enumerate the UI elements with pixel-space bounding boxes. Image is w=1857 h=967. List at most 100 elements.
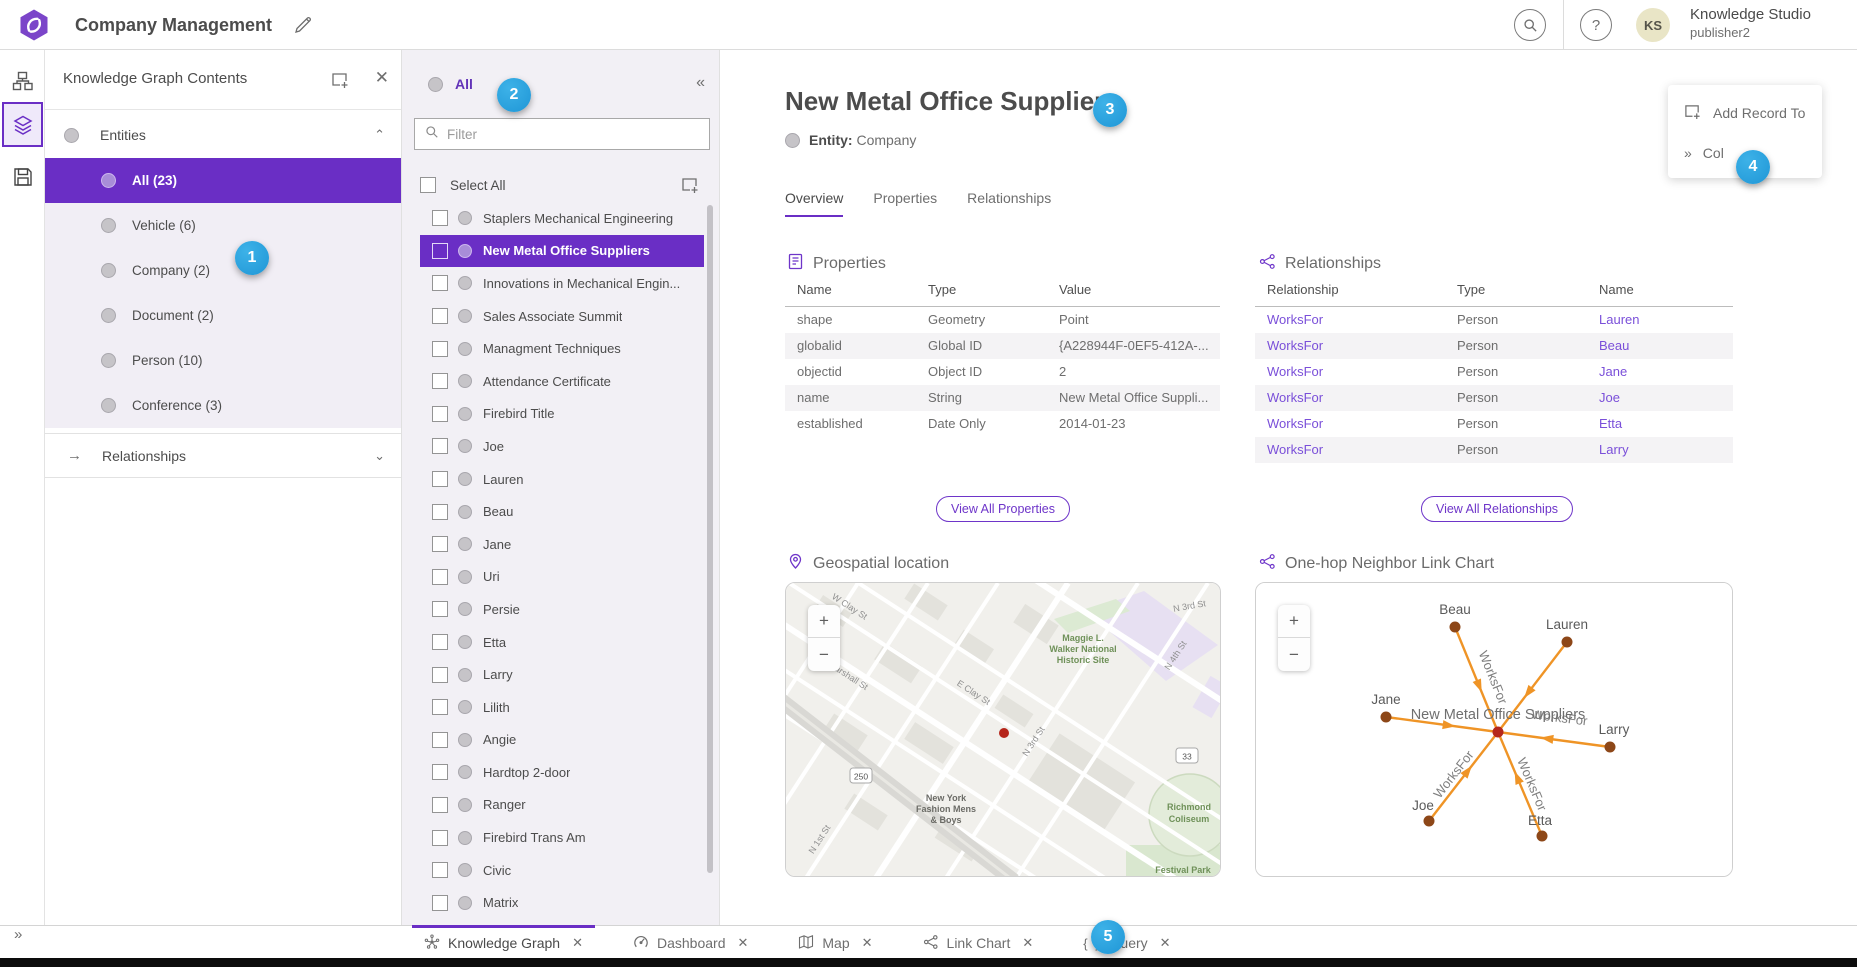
zoom-in-button[interactable]: + [1278, 605, 1310, 638]
close-tab-icon[interactable]: ✕ [1022, 935, 1033, 951]
entity-link[interactable]: Larry [1599, 442, 1629, 457]
bottom-tab-link-chart[interactable]: Link Chart✕ [911, 925, 1046, 958]
add-record-icon[interactable] [331, 71, 349, 89]
entity-checkbox[interactable] [432, 601, 448, 617]
expand-rail-icon[interactable]: » [14, 926, 21, 943]
zoom-out-button[interactable]: − [1278, 638, 1310, 671]
entity-list-item[interactable]: Persie [420, 593, 704, 626]
entity-link[interactable]: WorksFor [1267, 416, 1323, 431]
filter-input[interactable] [447, 127, 709, 142]
entity-list-item[interactable]: Staplers Mechanical Engineering [420, 202, 704, 235]
entity-checkbox[interactable] [432, 797, 448, 813]
close-tab-icon[interactable]: ✕ [1160, 935, 1171, 951]
app-logo-icon[interactable] [17, 8, 51, 42]
entity-checkbox[interactable] [432, 438, 448, 454]
entity-list-item[interactable]: Uri [420, 561, 704, 594]
entity-list-item[interactable]: Beau [420, 495, 704, 528]
entity-checkbox[interactable] [432, 634, 448, 650]
entity-checkbox[interactable] [432, 406, 448, 422]
entities-group-header[interactable]: Entities ⌃ [45, 112, 401, 158]
bottom-tab-map[interactable]: Map✕ [786, 925, 884, 958]
entity-checkbox[interactable] [432, 569, 448, 585]
avatar[interactable]: KS [1636, 8, 1670, 42]
entity-type-row[interactable]: Document (2) [45, 293, 401, 338]
entity-list-item[interactable]: Lilith [420, 691, 704, 724]
close-panel-icon[interactable]: ✕ [375, 68, 389, 88]
entity-type-row[interactable]: Company (2) [45, 248, 401, 293]
help-button[interactable]: ? [1580, 9, 1612, 41]
select-all-checkbox[interactable] [420, 177, 436, 193]
entity-checkbox[interactable] [432, 308, 448, 324]
entity-list-item[interactable]: Ranger [420, 789, 704, 822]
entity-checkbox[interactable] [432, 732, 448, 748]
entity-checkbox[interactable] [432, 536, 448, 552]
link-chart-node[interactable] [1605, 742, 1616, 753]
entity-list-item[interactable]: Angie [420, 724, 704, 757]
data-model-icon[interactable] [12, 70, 34, 92]
link-chart-node[interactable] [1562, 637, 1573, 648]
entity-link[interactable]: WorksFor [1267, 312, 1323, 327]
bottom-tab-dashboard[interactable]: Dashboard✕ [621, 925, 760, 958]
entity-checkbox[interactable] [432, 210, 448, 226]
entity-link[interactable]: Lauren [1599, 312, 1639, 327]
entity-link[interactable]: WorksFor [1267, 442, 1323, 457]
entity-checkbox[interactable] [432, 667, 448, 683]
add-record-icon[interactable] [681, 176, 699, 194]
entity-link[interactable]: Jane [1599, 364, 1627, 379]
entity-list-item[interactable]: Lauren [420, 463, 704, 496]
entity-list-item[interactable]: Etta [420, 626, 704, 659]
scrollbar-thumb[interactable] [707, 205, 713, 873]
entity-checkbox[interactable] [432, 699, 448, 715]
geospatial-map[interactable]: W Clay StW Marshall StE Clay StN 3rd StN… [785, 582, 1221, 877]
bottom-tab-query[interactable]: { }Query✕ [1071, 925, 1182, 958]
entity-list-item[interactable]: Larry [420, 658, 704, 691]
chevron-down-icon[interactable]: ⌄ [374, 448, 385, 464]
entity-checkbox[interactable] [432, 471, 448, 487]
one-hop-link-chart[interactable]: WorksForWorksForWorksForWorksForBeauLaur… [1255, 582, 1733, 877]
entity-list-item[interactable]: Sales Associate Summit [420, 300, 704, 333]
entity-link[interactable]: Beau [1599, 338, 1629, 353]
user-block[interactable]: Knowledge Studio publisher2 [1690, 6, 1811, 41]
entity-checkbox[interactable] [432, 504, 448, 520]
relationships-group-header[interactable]: → Relationships ⌄ [45, 433, 401, 478]
entity-link[interactable]: WorksFor [1267, 364, 1323, 379]
entity-list-item[interactable]: Joe [420, 430, 704, 463]
entity-checkbox[interactable] [432, 275, 448, 291]
link-chart-node[interactable] [1381, 712, 1392, 723]
zoom-out-button[interactable]: − [808, 638, 840, 671]
search-button[interactable] [1514, 9, 1546, 41]
entity-list-item[interactable]: Hardtop 2-door [420, 756, 704, 789]
tab-properties[interactable]: Properties [873, 190, 937, 217]
entity-checkbox[interactable] [432, 341, 448, 357]
entity-list-item[interactable]: Civic [420, 854, 704, 887]
tab-overview[interactable]: Overview [785, 190, 843, 217]
entity-type-row[interactable]: Conference (3) [45, 383, 401, 428]
menu-item-add-record-to[interactable]: Add Record To [1668, 93, 1822, 133]
entity-list-item[interactable]: Attendance Certificate [420, 365, 704, 398]
link-chart-node[interactable] [1537, 831, 1548, 842]
view-all-relationships-button[interactable]: View All Relationships [1421, 496, 1573, 522]
link-chart-node[interactable] [1424, 816, 1435, 827]
entity-checkbox[interactable] [432, 764, 448, 780]
entity-list-item[interactable]: Managment Techniques [420, 332, 704, 365]
bottom-tab-knowledge-graph[interactable]: Knowledge Graph✕ [412, 925, 595, 958]
save-icon[interactable] [12, 166, 34, 188]
view-all-properties-button[interactable]: View All Properties [936, 496, 1070, 522]
link-chart-center-node[interactable] [1493, 727, 1504, 738]
entity-type-row[interactable]: All (23) [45, 158, 401, 203]
entity-checkbox[interactable] [432, 373, 448, 389]
tab-relationships[interactable]: Relationships [967, 190, 1051, 217]
close-tab-icon[interactable]: ✕ [862, 935, 873, 951]
collapse-panel-icon[interactable]: « [696, 74, 705, 92]
entity-link[interactable]: WorksFor [1267, 390, 1323, 405]
entity-list-item[interactable]: Jane [420, 528, 704, 561]
entity-type-row[interactable]: Person (10) [45, 338, 401, 383]
entity-link[interactable]: WorksFor [1267, 338, 1323, 353]
layers-icon[interactable] [2, 102, 43, 147]
entity-list-item[interactable]: New Metal Office Suppliers [420, 235, 704, 268]
entity-list-item[interactable]: Firebird Trans Am [420, 821, 704, 854]
zoom-in-button[interactable]: + [808, 605, 840, 638]
entity-link[interactable]: Joe [1599, 390, 1620, 405]
edit-title-pencil-icon[interactable] [292, 14, 314, 36]
entity-link[interactable]: Etta [1599, 416, 1622, 431]
